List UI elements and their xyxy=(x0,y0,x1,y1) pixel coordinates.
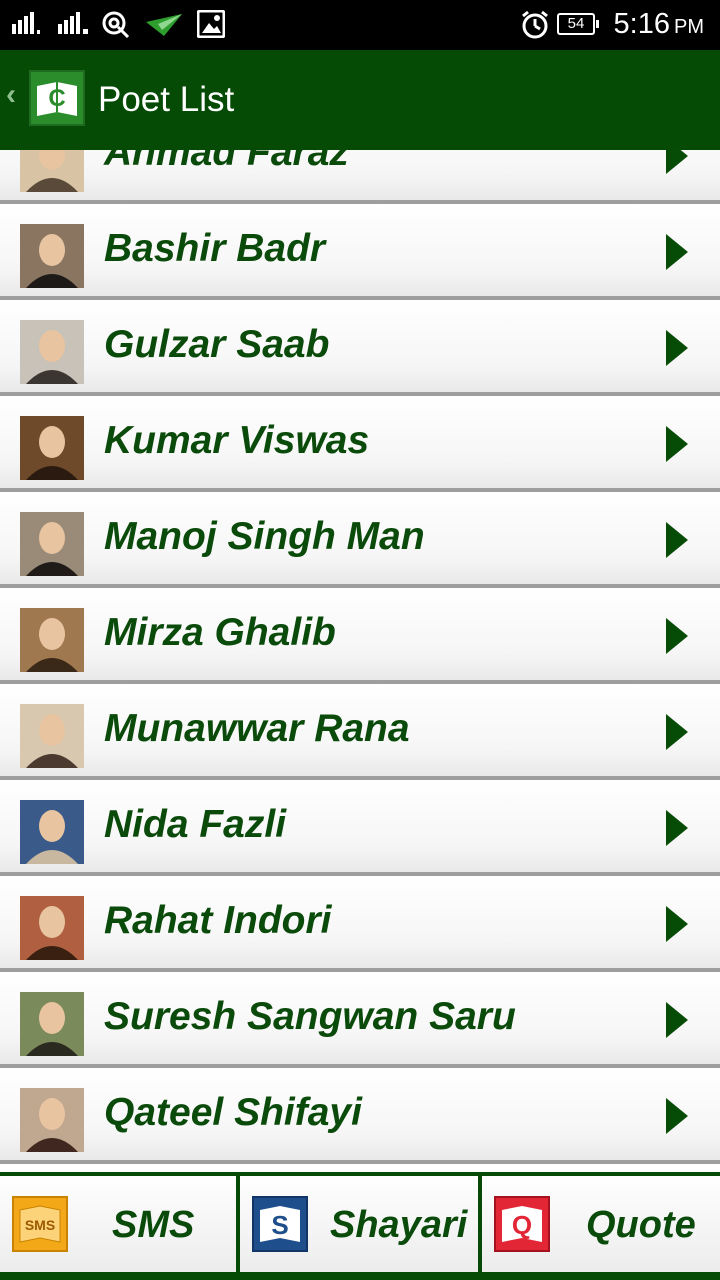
portrait-icon xyxy=(20,512,84,576)
page-title: Poet List xyxy=(98,80,235,119)
poet-name: Suresh Sangwan Saru xyxy=(104,995,516,1038)
tab-sms-label: SMS xyxy=(112,1204,195,1246)
logo-letter: C xyxy=(48,85,65,112)
portrait-icon xyxy=(20,896,84,960)
poet-list: Ahmad Faraz Bashir Badr Gulzar Saab Kumar V… xyxy=(0,150,720,1172)
play-arrow-icon xyxy=(666,426,688,462)
avatar xyxy=(20,608,84,672)
avatar xyxy=(20,150,84,192)
poet-name: Ahmad Faraz xyxy=(104,150,349,174)
book-logo-graphic: C xyxy=(37,82,77,116)
portrait-icon xyxy=(20,704,84,768)
clock-ampm: PM xyxy=(674,16,704,38)
avatar xyxy=(20,416,84,480)
avatar xyxy=(20,512,84,576)
portrait-icon xyxy=(20,800,84,864)
play-arrow-icon xyxy=(666,1002,688,1038)
list-item[interactable]: Ahmad Faraz xyxy=(0,150,720,204)
list-item[interactable]: Manoj Singh Man xyxy=(0,492,720,588)
list-item[interactable]: Gulzar Saab xyxy=(0,300,720,396)
play-arrow-icon xyxy=(666,906,688,942)
avatar xyxy=(20,800,84,864)
list-item[interactable]: Bashir Badr xyxy=(0,204,720,300)
shayari-icon-text: S xyxy=(271,1210,288,1240)
sms-icon-text: SMS xyxy=(25,1217,55,1233)
play-arrow-icon xyxy=(666,810,688,846)
status-bar: 54 5:16 PM xyxy=(0,0,720,50)
list-item[interactable]: Kumar Viswas xyxy=(0,396,720,492)
signal-1-icon xyxy=(12,12,40,34)
list-item[interactable]: Qateel Shifayi xyxy=(0,1068,720,1164)
chevron-left-icon[interactable]: ‹ xyxy=(6,78,16,112)
poet-name: Rahat Indori xyxy=(104,899,332,942)
portrait-icon xyxy=(20,608,84,672)
tab-sms[interactable]: SMS SMS xyxy=(0,1176,236,1272)
play-arrow-icon xyxy=(666,1098,688,1134)
signal-2-icon xyxy=(58,12,88,34)
play-arrow-icon xyxy=(666,522,688,558)
portrait-icon xyxy=(20,992,84,1056)
portrait-icon xyxy=(20,416,84,480)
avatar xyxy=(20,224,84,288)
poet-name: Qateel Shifayi xyxy=(104,1091,362,1134)
list-item[interactable]: Munawwar Rana xyxy=(0,684,720,780)
poet-name: Munawwar Rana xyxy=(104,707,410,750)
sms-book-icon: SMS xyxy=(12,1196,68,1252)
quote-icon-text: Q xyxy=(512,1210,532,1240)
quote-book-icon: Q xyxy=(494,1196,550,1252)
portrait-icon xyxy=(20,224,84,288)
play-arrow-icon xyxy=(666,330,688,366)
app-bar: ‹ C Poet List xyxy=(0,50,720,150)
play-arrow-icon xyxy=(666,714,688,750)
poet-name: Nida Fazli xyxy=(104,803,287,846)
bottom-tab-bar: SMS SMS S Shayari Q Quote xyxy=(0,1172,720,1280)
battery-icon: 54 xyxy=(557,13,599,35)
shayari-book-graphic: S xyxy=(260,1206,300,1242)
poet-name: Manoj Singh Man xyxy=(104,515,425,558)
poet-name: Bashir Badr xyxy=(104,227,326,270)
play-arrow-icon xyxy=(666,150,688,174)
tab-shayari[interactable]: S Shayari xyxy=(240,1176,478,1272)
list-item[interactable]: Mirza Ghalib xyxy=(0,588,720,684)
sms-book-graphic: SMS xyxy=(19,1205,61,1243)
avatar xyxy=(20,896,84,960)
clock-time: 5:16 xyxy=(613,8,670,40)
play-arrow-icon xyxy=(666,234,688,270)
portrait-icon xyxy=(20,1088,84,1152)
portrait-icon xyxy=(20,320,84,384)
alarm-icon xyxy=(522,10,548,39)
avatar xyxy=(20,1088,84,1152)
tab-quote[interactable]: Q Quote xyxy=(482,1176,720,1272)
book-logo-icon[interactable]: C xyxy=(29,70,85,126)
shayari-book-icon: S xyxy=(252,1196,308,1252)
list-item[interactable]: Suresh Sangwan Saru xyxy=(0,972,720,1068)
tab-shayari-label: Shayari xyxy=(330,1204,468,1246)
poet-name: Gulzar Saab xyxy=(104,323,330,366)
hotspot-icon xyxy=(102,11,130,38)
portrait-icon xyxy=(20,150,84,192)
poet-name: Mirza Ghalib xyxy=(104,611,336,654)
avatar xyxy=(20,992,84,1056)
clock: 5:16 PM xyxy=(614,8,704,41)
play-arrow-icon xyxy=(666,618,688,654)
avatar xyxy=(20,704,84,768)
avatar xyxy=(20,320,84,384)
send-icon xyxy=(146,14,182,36)
image-icon xyxy=(197,10,225,38)
list-item[interactable]: Rahat Indori xyxy=(0,876,720,972)
tab-quote-label: Quote xyxy=(586,1204,696,1246)
quote-book-graphic: Q xyxy=(502,1206,542,1242)
list-item[interactable]: Nida Fazli xyxy=(0,780,720,876)
poet-name: Kumar Viswas xyxy=(104,419,370,462)
